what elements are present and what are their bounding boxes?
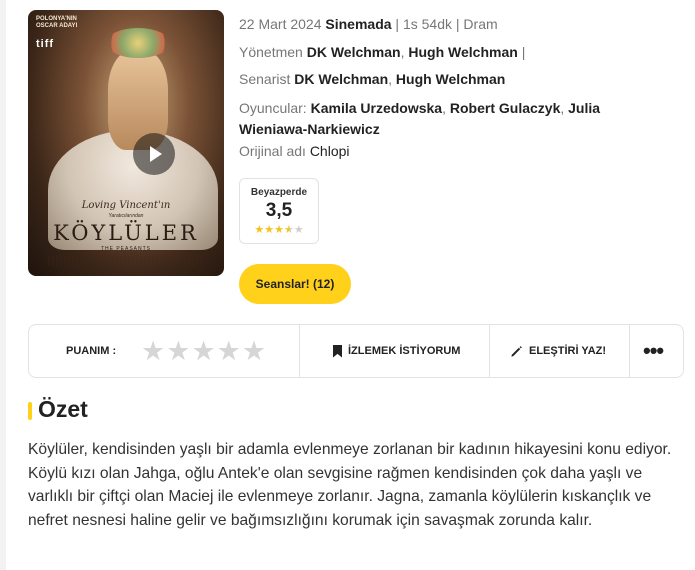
rating-source: Beyazperde — [250, 187, 308, 198]
star-icon: ★ — [254, 224, 265, 236]
empty-star-icon: ★ — [293, 224, 304, 236]
heading-accent-bar — [28, 402, 32, 420]
directors-line: Yönetmen DK Welchman, Hugh Welchman | — [239, 44, 526, 60]
divider — [629, 325, 630, 377]
writer-label: Senarist — [239, 71, 291, 87]
poster-subtitle: THE PEASANTS — [100, 246, 152, 252]
divider — [299, 325, 300, 377]
original-title-label: Orijinal adı — [239, 143, 306, 159]
action-bar: PUANIM : ★ ★ ★ ★ ★ İZLEMEK İSTİYORUM ELEŞTİR… — [28, 324, 684, 378]
cast-link[interactable]: Kamila Urzedowska — [311, 100, 443, 116]
duration: 1s 54dk — [402, 16, 452, 32]
release-status: Sinemada — [325, 16, 392, 32]
rate-star-icon[interactable]: ★ — [141, 336, 166, 367]
director-link[interactable]: DK Welchman — [307, 44, 401, 60]
press-rating-card[interactable]: Beyazperde 3,5 ★★★★★ — [239, 178, 319, 244]
movie-poster[interactable]: POLONYA'NIN OSCAR ADAYI tiff Loving Vinc… — [28, 10, 224, 276]
half-star-icon: ★ — [283, 224, 294, 236]
more-options-icon[interactable]: ••• — [643, 325, 664, 377]
poster-festival-logo: tiff — [36, 38, 55, 50]
writer-link[interactable]: DK Welchman — [294, 71, 388, 87]
rating-stars: ★★★★★ — [240, 223, 318, 236]
release-line: 22 Mart 2024 Sinemada | 1s 54dk | Dram — [239, 16, 498, 32]
star-icon: ★ — [264, 224, 275, 236]
page-edge — [0, 0, 6, 570]
original-title-line: Orijinal adı Chlopi — [239, 143, 350, 159]
watchlist-button[interactable]: İZLEMEK İSTİYORUM — [333, 325, 460, 377]
summary-title: Özet — [38, 396, 88, 422]
director-link[interactable]: Hugh Welchman — [408, 44, 517, 60]
writers-line: Senarist DK Welchman, Hugh Welchman — [239, 71, 506, 87]
rating-score: 3,5 — [265, 200, 293, 221]
play-trailer-icon[interactable] — [133, 133, 175, 175]
cast-link[interactable]: Robert Gulaczyk — [450, 100, 560, 116]
genre: Dram — [463, 16, 498, 32]
star-icon: ★ — [274, 224, 284, 236]
watchlist-label: İZLEMEK İSTİYORUM — [348, 345, 461, 357]
user-rating-stars[interactable]: ★ ★ ★ ★ ★ — [141, 325, 267, 377]
rate-star-icon[interactable]: ★ — [166, 336, 191, 367]
rate-star-icon[interactable]: ★ — [242, 336, 267, 367]
cast-label: Oyuncular: — [239, 100, 307, 116]
poster-art-flower-crown — [106, 28, 170, 58]
poster-tagline-sub: Yaratıcılarından — [108, 213, 144, 219]
poster-tagline: Loving Vincent'ın — [81, 200, 171, 211]
summary-text: Köylüler, kendisinden yaşlı bir adamla e… — [28, 441, 672, 529]
pencil-icon — [511, 345, 522, 357]
divider — [489, 325, 490, 377]
poster-credits-block — [48, 256, 204, 266]
rate-star-icon[interactable]: ★ — [191, 336, 216, 367]
my-rating-label: PUANIM : — [66, 345, 117, 357]
writer-link[interactable]: Hugh Welchman — [396, 71, 505, 87]
poster-title: KÖYLÜLER — [53, 221, 199, 245]
director-label: Yönetmen — [239, 44, 303, 60]
sessions-button[interactable]: Seanslar! (12) — [239, 264, 351, 304]
poster-oscar-badge: POLONYA'NIN OSCAR ADAYI — [36, 16, 78, 29]
review-label: ELEŞTİRİ YAZ! — [529, 345, 607, 357]
original-title: Chlopi — [309, 143, 350, 159]
cast-line: Oyuncular: Kamila Urzedowska, Robert Gul… — [239, 100, 601, 137]
write-review-button[interactable]: ELEŞTİRİ YAZ! — [510, 325, 606, 377]
rate-star-icon[interactable]: ★ — [217, 336, 242, 367]
bookmark-icon — [333, 344, 342, 358]
release-date: 22 Mart 2024 — [239, 16, 322, 32]
